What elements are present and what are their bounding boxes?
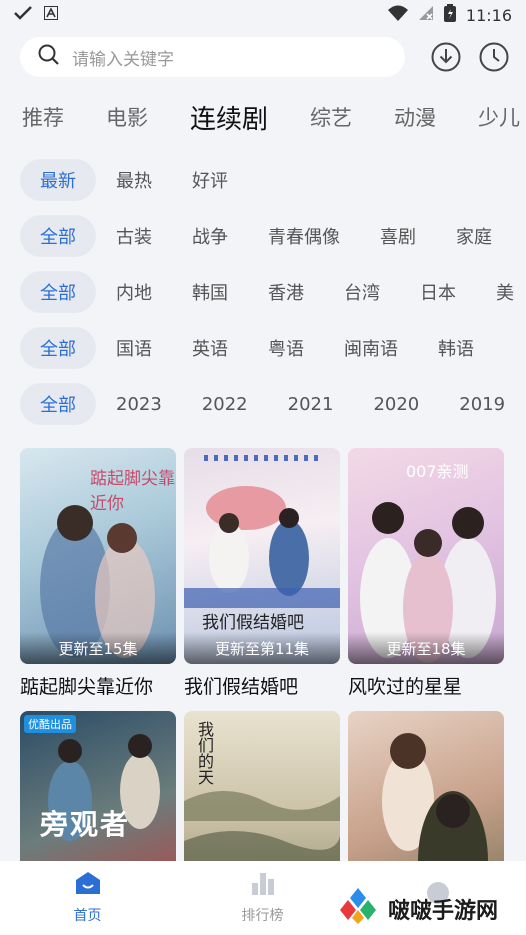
status-time: 11:16	[465, 5, 512, 25]
chip-language-all[interactable]: 全部	[20, 327, 96, 369]
watermark-text: 啵啵手游网	[388, 899, 499, 924]
poster-image: 我们假结婚吧 更新至第11集	[184, 448, 340, 664]
battery-icon	[443, 4, 456, 26]
watermark-logo-icon	[336, 886, 380, 932]
card-row: 踮起脚尖靠近你 更新至15集 踮起脚尖靠近你 我们假结婚吧 更新至第11集 我们…	[20, 448, 510, 699]
filter-panel: 最新 最热 好评 全部 古装 战争 青春偶像 喜剧 家庭 全部 内地 韩国 香港…	[20, 152, 526, 432]
tab-movie[interactable]: 电影	[106, 102, 148, 132]
check-icon	[14, 6, 32, 24]
top-icons	[430, 41, 510, 73]
chip-genre[interactable]: 家庭	[436, 215, 512, 257]
tab-anime[interactable]: 动漫	[394, 102, 436, 132]
chip-year[interactable]: 2021	[268, 383, 354, 425]
chip-region[interactable]: 日本	[400, 271, 476, 313]
wifi-icon	[387, 5, 408, 25]
chip-genre[interactable]: 古装	[96, 215, 172, 257]
filter-row-sort: 最新 最热 好评	[20, 152, 526, 208]
chip-region[interactable]: 台湾	[324, 271, 400, 313]
no-signal-icon	[418, 5, 434, 25]
series-card[interactable]: 007亲测 更新至18集 风吹过的星星	[348, 448, 504, 699]
top-toolbar: 请输入关键字	[20, 36, 510, 78]
poster-title-art: 旁观者	[40, 808, 131, 841]
tab-recommend[interactable]: 推荐	[22, 102, 64, 132]
chip-region[interactable]: 香港	[248, 271, 324, 313]
rank-icon	[250, 871, 276, 899]
home-icon	[75, 871, 101, 899]
search-input[interactable]: 请输入关键字	[20, 37, 405, 77]
series-title: 风吹过的星星	[348, 676, 463, 698]
download-icon[interactable]	[430, 41, 462, 73]
episode-badge: 更新至15集	[20, 632, 176, 664]
chip-year[interactable]: 2019	[439, 383, 525, 425]
series-title: 我们假结婚吧	[184, 676, 299, 698]
chip-region[interactable]: 内地	[96, 271, 172, 313]
series-card[interactable]: 我们假结婚吧 更新至第11集 我们假结婚吧	[184, 448, 340, 699]
poster-image: 踮起脚尖靠近你 更新至15集	[20, 448, 176, 664]
status-bar: 11:16	[0, 0, 526, 30]
poster-image: 007亲测 更新至18集	[348, 448, 504, 664]
status-right-icons: 11:16	[387, 4, 512, 26]
history-icon[interactable]	[478, 41, 510, 73]
poster-title-art: 我们假结婚吧	[202, 613, 304, 633]
chip-genre[interactable]: 喜剧	[360, 215, 436, 257]
nav-home-label: 首页	[73, 908, 102, 924]
chip-language[interactable]: 国语	[96, 327, 172, 369]
filter-row-language: 全部 国语 英语 粤语 闽南语 韩语	[20, 320, 526, 376]
episode-badge: 更新至第11集	[184, 632, 340, 664]
chip-genre-all[interactable]: 全部	[20, 215, 96, 257]
text-a-icon	[44, 6, 58, 24]
chip-year[interactable]: 2022	[182, 383, 268, 425]
chip-year[interactable]: 2020	[353, 383, 439, 425]
series-title: 踮起脚尖靠近你	[20, 676, 154, 698]
nav-rank[interactable]: 排行榜	[175, 871, 350, 925]
category-tabs: 推荐 电影 连续剧 综艺 动漫 少儿	[0, 92, 526, 142]
chip-language[interactable]: 英语	[172, 327, 248, 369]
chip-sort-latest[interactable]: 最新	[20, 159, 96, 201]
filter-row-genre: 全部 古装 战争 青春偶像 喜剧 家庭	[20, 208, 526, 264]
site-watermark: 啵啵手游网	[336, 886, 498, 932]
chip-region[interactable]: 美	[476, 271, 526, 313]
chip-language[interactable]: 粤语	[248, 327, 324, 369]
chip-genre[interactable]: 战争	[172, 215, 248, 257]
series-card[interactable]: 踮起脚尖靠近你 更新至15集 踮起脚尖靠近你	[20, 448, 176, 699]
chip-region[interactable]: 韩国	[172, 271, 248, 313]
chip-region-all[interactable]: 全部	[20, 271, 96, 313]
search-placeholder: 请输入关键字	[72, 49, 174, 70]
filter-row-year: 全部 2023 2022 2021 2020 2019	[20, 376, 526, 432]
chip-year-all[interactable]: 全部	[20, 383, 96, 425]
tab-series[interactable]: 连续剧	[190, 99, 268, 136]
chip-sort-rating[interactable]: 好评	[172, 159, 248, 201]
tab-kids[interactable]: 少儿	[478, 102, 520, 132]
filter-row-region: 全部 内地 韩国 香港 台湾 日本 美	[20, 264, 526, 320]
tab-variety[interactable]: 综艺	[310, 102, 352, 132]
chip-sort-hot[interactable]: 最热	[96, 159, 172, 201]
status-left-icons	[14, 6, 58, 24]
search-icon	[38, 44, 60, 70]
chip-language[interactable]: 韩语	[418, 327, 494, 369]
chip-year[interactable]: 2023	[96, 383, 182, 425]
chip-language[interactable]: 闽南语	[324, 327, 418, 369]
chip-genre[interactable]: 青春偶像	[248, 215, 360, 257]
nav-rank-label: 排行榜	[241, 908, 284, 924]
episode-badge: 更新至18集	[348, 632, 504, 664]
nav-home[interactable]: 首页	[0, 871, 175, 925]
